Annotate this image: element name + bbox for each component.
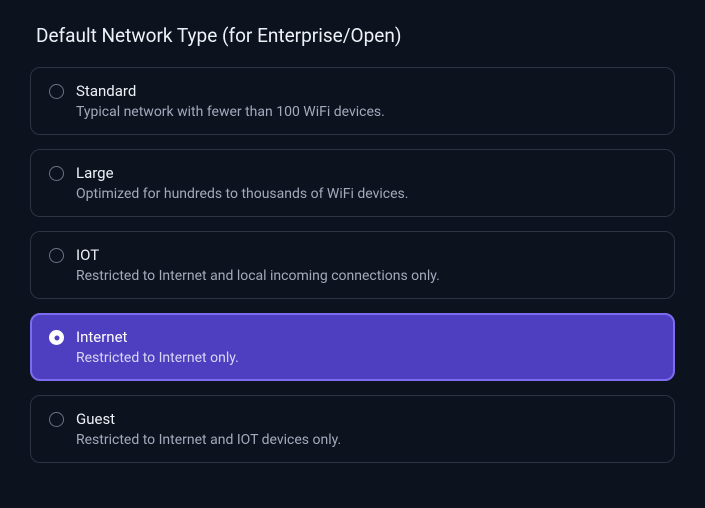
option-desc: Typical network with fewer than 100 WiFi… — [76, 104, 385, 120]
option-desc: Restricted to Internet and IOT devices o… — [76, 432, 341, 448]
option-standard[interactable]: Standard Typical network with fewer than… — [30, 67, 675, 135]
option-desc: Restricted to Internet and local incomin… — [76, 268, 440, 284]
option-text: Standard Typical network with fewer than… — [76, 82, 385, 120]
option-label: Standard — [76, 82, 385, 100]
options-group: Standard Typical network with fewer than… — [30, 67, 675, 463]
page-title: Default Network Type (for Enterprise/Ope… — [36, 24, 675, 47]
radio-icon — [49, 84, 64, 99]
option-label: IOT — [76, 246, 440, 264]
option-large[interactable]: Large Optimized for hundreds to thousand… — [30, 149, 675, 217]
option-label: Guest — [76, 410, 341, 428]
radio-icon — [49, 166, 64, 181]
option-label: Large — [76, 164, 408, 182]
radio-icon — [49, 330, 64, 345]
radio-icon — [49, 248, 64, 263]
option-guest[interactable]: Guest Restricted to Internet and IOT dev… — [30, 395, 675, 463]
option-desc: Optimized for hundreds to thousands of W… — [76, 186, 408, 202]
option-desc: Restricted to Internet only. — [76, 350, 239, 366]
option-text: Internet Restricted to Internet only. — [76, 328, 239, 366]
option-text: Large Optimized for hundreds to thousand… — [76, 164, 408, 202]
option-iot[interactable]: IOT Restricted to Internet and local inc… — [30, 231, 675, 299]
option-text: IOT Restricted to Internet and local inc… — [76, 246, 440, 284]
option-label: Internet — [76, 328, 239, 346]
radio-icon — [49, 412, 64, 427]
option-internet[interactable]: Internet Restricted to Internet only. — [30, 313, 675, 381]
option-text: Guest Restricted to Internet and IOT dev… — [76, 410, 341, 448]
